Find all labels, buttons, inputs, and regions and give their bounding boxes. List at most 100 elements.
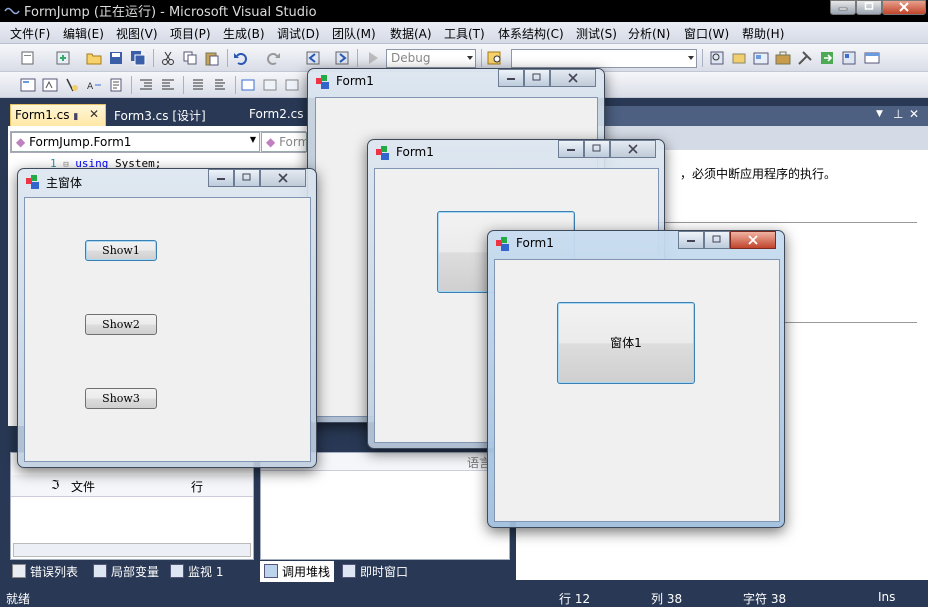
object-browser-icon[interactable] (753, 50, 769, 66)
minimize-button[interactable] (678, 231, 704, 249)
form-icon (376, 146, 389, 160)
bookmark-icon[interactable] (240, 77, 256, 93)
form1-front-window[interactable]: Form1 窗体1 (487, 230, 785, 528)
tab-form3-designer[interactable]: Form3.cs [设计] (110, 104, 236, 126)
menu-window[interactable]: 窗口(W) (684, 25, 729, 42)
paste-icon[interactable] (204, 50, 220, 66)
cut-icon[interactable] (160, 50, 176, 66)
tab-label: Form1.cs (15, 108, 70, 122)
solution-configuration-combo[interactable]: Debug (386, 49, 476, 68)
copy-icon[interactable] (182, 50, 198, 66)
close-icon[interactable]: ✕ (909, 107, 919, 121)
chevron-down-icon[interactable]: ▼ (876, 109, 883, 119)
previous-bookmark-icon[interactable] (262, 77, 278, 93)
minimize-button[interactable] (558, 140, 584, 158)
menu-architecture[interactable]: 体系结构(C) (498, 25, 564, 42)
error-list-icon (12, 564, 26, 578)
menu-bar: 文件(F) 编辑(E) 视图(V) 项目(P) 生成(B) 调试(D) 团队(M… (0, 22, 928, 44)
tab-form2-cs[interactable]: Form2.cs (245, 104, 307, 126)
maximize-button[interactable] (856, 0, 882, 15)
menu-data[interactable]: 数据(A) (390, 25, 432, 42)
menu-edit[interactable]: 编辑(E) (63, 25, 104, 42)
tab-watch-1[interactable]: 监视 1 (166, 561, 227, 582)
undo-icon[interactable] (233, 50, 249, 66)
close-button[interactable] (610, 140, 656, 158)
show3-button[interactable]: Show3 (85, 388, 157, 409)
form-icon (316, 75, 329, 89)
menu-build[interactable]: 生成(B) (223, 25, 265, 42)
pin-icon[interactable]: ⊥ (893, 107, 903, 121)
close-icon (568, 73, 578, 83)
maximize-button[interactable] (584, 140, 610, 158)
menu-test[interactable]: 测试(S) (576, 25, 617, 42)
column-line[interactable]: 行 (191, 478, 203, 495)
chevron-down-icon: ▼ (249, 135, 256, 144)
minimize-button[interactable] (208, 169, 234, 187)
tab-locals[interactable]: 局部变量 (89, 561, 163, 582)
comment-lines-icon[interactable] (190, 77, 206, 93)
save-all-icon[interactable] (130, 50, 146, 66)
tools-icon[interactable] (797, 50, 813, 66)
parameter-info-icon[interactable] (42, 77, 58, 93)
maximize-button[interactable] (234, 169, 260, 187)
solution-explorer-icon[interactable] (709, 50, 725, 66)
menu-team[interactable]: 团队(M) (332, 25, 376, 42)
tab-error-list[interactable]: 错误列表 (8, 561, 82, 582)
uncomment-lines-icon[interactable] (212, 77, 228, 93)
menu-help[interactable]: 帮助(H) (742, 25, 784, 42)
decrease-indent-icon[interactable] (138, 77, 154, 93)
window-layout-icon[interactable] (864, 50, 880, 66)
maximize-button[interactable] (524, 69, 550, 87)
complete-word-icon[interactable]: A (86, 77, 102, 93)
main-form-window[interactable]: 主窗体 Show1 Show2 Show3 (17, 168, 317, 468)
maximize-button[interactable] (704, 231, 730, 249)
column-file[interactable]: 文件 (71, 478, 95, 495)
close-button[interactable] (550, 69, 596, 87)
minimize-button[interactable] (498, 69, 524, 87)
open-file-icon[interactable] (86, 50, 102, 66)
close-button[interactable] (260, 169, 306, 187)
new-project-icon[interactable] (20, 50, 36, 66)
horizontal-scrollbar[interactable] (13, 543, 251, 557)
close-icon[interactable]: ✕ (89, 107, 99, 121)
menu-tools[interactable]: 工具(T) (444, 25, 485, 42)
members-combo[interactable]: ◆ Form (261, 132, 307, 152)
show2-button[interactable]: Show2 (85, 314, 157, 335)
minimize-icon (687, 240, 695, 242)
save-icon[interactable] (108, 50, 124, 66)
column-header-icon[interactable]: ℑ (51, 478, 59, 492)
add-item-icon[interactable] (55, 50, 71, 66)
navigate-backward-icon[interactable] (305, 50, 321, 66)
menu-view[interactable]: 视图(V) (116, 25, 158, 42)
show1-button[interactable]: Show1 (85, 240, 157, 261)
format-document-icon[interactable] (108, 77, 124, 93)
types-combo[interactable]: ◆ FormJump.Form1 ▼ (11, 132, 260, 152)
close-button[interactable] (882, 0, 926, 15)
minimize-icon (217, 178, 225, 180)
find-combo[interactable] (511, 49, 697, 68)
tab-call-stack[interactable]: 调用堆栈 (260, 561, 335, 582)
menu-analyze[interactable]: 分析(N) (628, 25, 670, 42)
form1-button[interactable]: 窗体1 (557, 302, 695, 384)
menu-file[interactable]: 文件(F) (10, 25, 50, 42)
navigate-forward-icon[interactable] (334, 50, 350, 66)
close-button[interactable] (730, 231, 776, 249)
next-bookmark-icon[interactable] (284, 77, 300, 93)
start-debugging-icon[interactable] (365, 50, 381, 66)
extension-manager-icon[interactable] (841, 50, 857, 66)
display-object-member-list-icon[interactable] (20, 77, 36, 93)
redo-icon[interactable] (265, 50, 281, 66)
properties-icon[interactable] (731, 50, 747, 66)
quick-info-icon[interactable] (64, 77, 80, 93)
tab-form1-cs[interactable]: Form1.cs ▮ ✕ (10, 104, 106, 126)
increase-indent-icon[interactable] (160, 77, 176, 93)
menu-project[interactable]: 项目(P) (170, 25, 211, 42)
minimize-button[interactable] (830, 0, 856, 15)
toolbox-icon[interactable] (775, 50, 791, 66)
find-in-files-icon[interactable] (487, 50, 503, 66)
tab-label: Form2.cs (249, 107, 304, 121)
tab-immediate-window[interactable]: 即时窗口 (338, 561, 412, 582)
menu-debug[interactable]: 调试(D) (277, 25, 320, 42)
close-icon (748, 235, 758, 245)
export-icon[interactable] (819, 50, 835, 66)
